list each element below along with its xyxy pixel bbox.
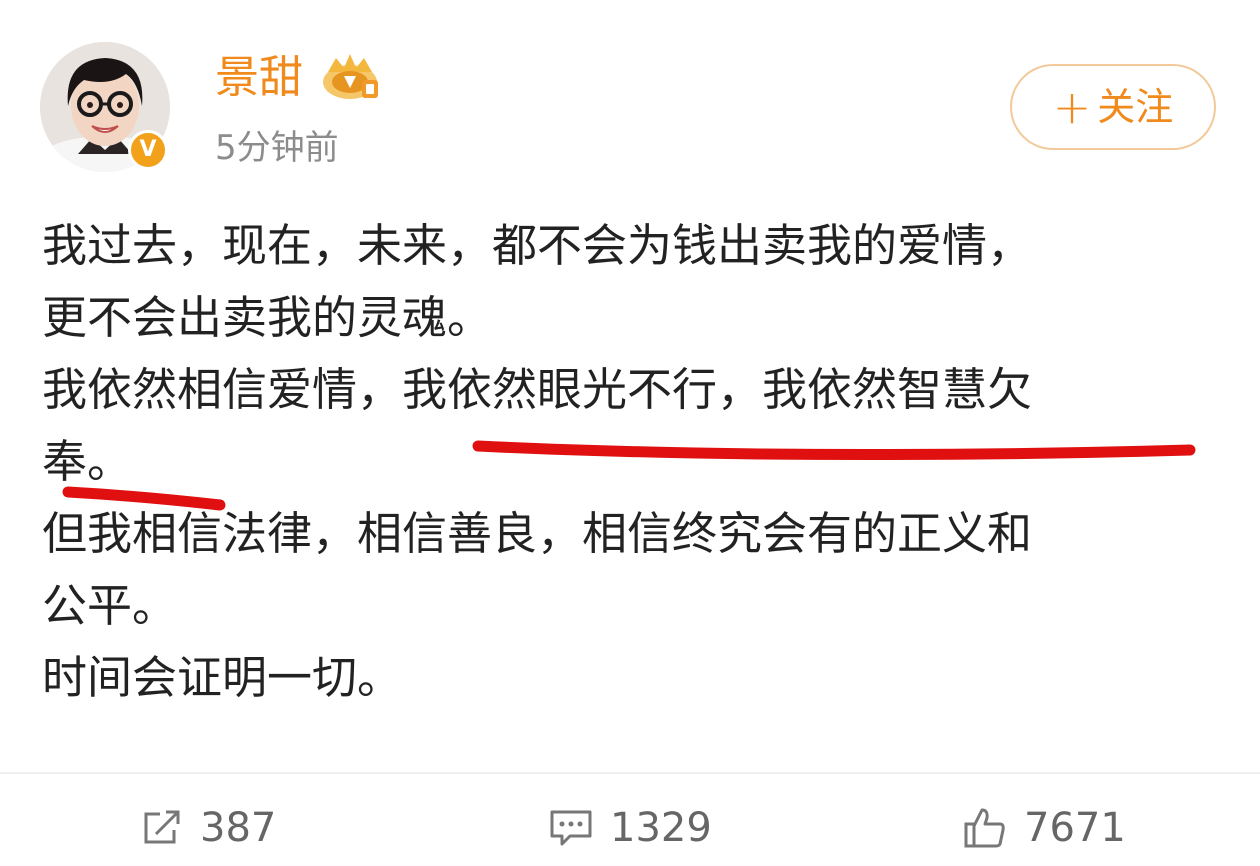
vip-crown-icon (323, 54, 378, 99)
follow-button-label: 关注 (1097, 85, 1174, 129)
plus-icon: + (1052, 80, 1092, 134)
post-body-line: 时间会证明一切。 (42, 651, 403, 704)
post-body-line: 公平。 (42, 579, 178, 632)
post-timestamp: 5分钟前 (215, 128, 339, 168)
post-body: 我过去，现在，未来，都不会为钱出卖我的爱情， 更不会出卖我的灵魂。 我依然相信爱… (42, 210, 1222, 714)
action-bar: 387 1329 7671 (0, 790, 1260, 866)
post-body-line: 我过去，现在，未来，都不会为钱出卖我的爱情， (42, 219, 1033, 272)
comment-button[interactable]: 1329 (548, 790, 712, 866)
repost-button[interactable]: 387 (140, 790, 276, 866)
like-count: 7671 (1024, 805, 1126, 851)
divider (0, 772, 1260, 774)
post-body-line: 奉。 (42, 435, 133, 488)
weibo-post: V 景甜 5分钟前 + 关注 我过去，现在，未来，都不会为钱出卖我的爱情， 更不会… (0, 0, 1260, 866)
verified-v-icon: V (128, 130, 168, 170)
post-body-line: 我依然相信爱情，我依然眼光不行，我依然智慧欠 (42, 363, 1033, 416)
comment-icon (550, 810, 592, 846)
repost-icon (144, 810, 180, 844)
repost-count: 387 (200, 805, 277, 851)
post-body-line: 更不会出卖我的灵魂。 (42, 291, 493, 344)
post-body-line: 但我相信法律，相信善良，相信终究会有的正义和 (42, 507, 1033, 560)
thumbs-up-icon (964, 808, 1005, 848)
username[interactable]: 景甜 (215, 50, 303, 106)
comment-count: 1329 (610, 805, 712, 851)
like-button[interactable]: 7671 (962, 790, 1126, 866)
follow-button[interactable]: + 关注 (1010, 64, 1216, 150)
